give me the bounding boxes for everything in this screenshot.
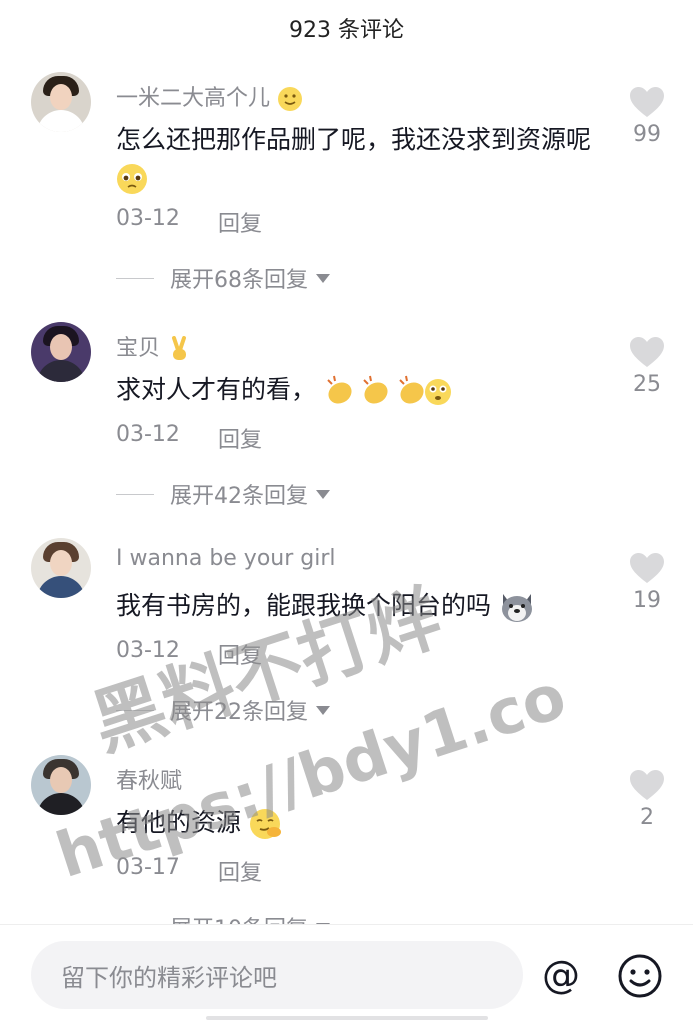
dog-face-icon xyxy=(501,594,532,622)
expand-replies-button[interactable]: 展开22条回复 xyxy=(116,694,330,726)
victory-hand-icon xyxy=(172,336,187,360)
like-button[interactable]: 19 xyxy=(617,552,677,613)
avatar[interactable] xyxy=(31,322,91,382)
avatar[interactable] xyxy=(31,72,91,132)
heart-icon xyxy=(630,553,664,583)
comment-text[interactable]: 怎么还把那作品删了呢，我还没求到资源呢 xyxy=(116,121,596,197)
expand-replies-button[interactable]: 展开68条回复 xyxy=(116,262,330,294)
heart-icon xyxy=(630,770,664,800)
home-indicator xyxy=(206,1016,488,1020)
comment-item: 一米二大高个儿 怎么还把那作品删了呢，我还没求到资源呢 03-12 回复 展开6… xyxy=(0,66,693,306)
like-count: 2 xyxy=(640,805,654,830)
comments-header: 923 条评论 xyxy=(0,0,693,56)
expand-replies-label: 展开68条回复 xyxy=(170,268,308,293)
comment-date: 03-12 xyxy=(116,638,180,663)
expand-replies-button[interactable]: 展开10条回复 xyxy=(116,911,330,924)
comment-item: 宝贝 求对人才有的看， 03-12 回复 展开42条回复 25 xyxy=(0,316,693,536)
reply-button[interactable]: 回复 xyxy=(218,638,262,670)
like-count: 19 xyxy=(633,588,661,613)
clapping-hands-icon xyxy=(327,375,451,405)
like-button[interactable]: 2 xyxy=(617,769,677,830)
username[interactable]: 宝贝 xyxy=(116,330,191,362)
smiley-icon xyxy=(618,954,662,998)
at-icon: @ xyxy=(542,953,580,997)
comment-date: 03-17 xyxy=(116,855,180,880)
expand-replies-label: 展开10条回复 xyxy=(170,911,308,924)
mention-button[interactable]: @ xyxy=(538,953,584,999)
expand-replies-label: 展开42条回复 xyxy=(170,484,308,509)
comment-meta: 03-12 回复 xyxy=(116,206,262,238)
like-count: 25 xyxy=(633,372,661,397)
comment-count-title: 923 条评论 xyxy=(289,18,404,43)
username[interactable]: 春秋赋 xyxy=(116,763,182,795)
expand-replies-button[interactable]: 展开42条回复 xyxy=(116,478,330,510)
caret-down-icon xyxy=(316,489,330,499)
comment-date: 03-12 xyxy=(116,422,180,447)
like-button[interactable]: 99 xyxy=(617,86,677,147)
pleading-emoji-icon xyxy=(117,164,147,194)
reply-button[interactable]: 回复 xyxy=(218,422,262,454)
comment-date: 03-12 xyxy=(116,206,180,231)
username[interactable]: I wanna be your girl xyxy=(116,546,336,571)
heart-icon xyxy=(630,87,664,117)
emoji-button[interactable] xyxy=(617,953,663,999)
smirk-hand-emoji-icon xyxy=(249,809,281,839)
comment-text[interactable]: 求对人才有的看， xyxy=(116,371,596,409)
comment-input-bar: 留下你的精彩评论吧 @ xyxy=(0,924,693,1025)
comment-meta: 03-17 回复 xyxy=(116,855,262,887)
username[interactable]: 一米二大高个儿 xyxy=(116,80,303,112)
comment-item: 春秋赋 有他的资源 03-17 回复 展开10条回复 2 xyxy=(0,749,693,924)
comment-meta: 03-12 回复 xyxy=(116,422,262,454)
caret-down-icon xyxy=(316,273,330,283)
like-count: 99 xyxy=(633,122,661,147)
avatar[interactable] xyxy=(31,538,91,598)
comment-input-placeholder: 留下你的精彩评论吧 xyxy=(61,963,277,992)
comment-list[interactable]: 一米二大高个儿 怎么还把那作品删了呢，我还没求到资源呢 03-12 回复 展开6… xyxy=(0,56,693,924)
comment-item: I wanna be your girl 我有书房的，能跟我换个阳台的吗 03-… xyxy=(0,532,693,752)
avatar[interactable] xyxy=(31,755,91,815)
expand-replies-label: 展开22条回复 xyxy=(170,700,308,725)
heart-icon xyxy=(630,337,664,367)
comment-text[interactable]: 有他的资源 xyxy=(116,804,596,842)
comment-input[interactable]: 留下你的精彩评论吧 xyxy=(31,941,523,1009)
caret-down-icon xyxy=(316,705,330,715)
like-button[interactable]: 25 xyxy=(617,336,677,397)
comment-meta: 03-12 回复 xyxy=(116,638,262,670)
reply-button[interactable]: 回复 xyxy=(218,206,262,238)
smile-emoji-icon xyxy=(278,87,303,111)
comment-text[interactable]: 我有书房的，能跟我换个阳台的吗 xyxy=(116,587,596,625)
reply-button[interactable]: 回复 xyxy=(218,855,262,887)
